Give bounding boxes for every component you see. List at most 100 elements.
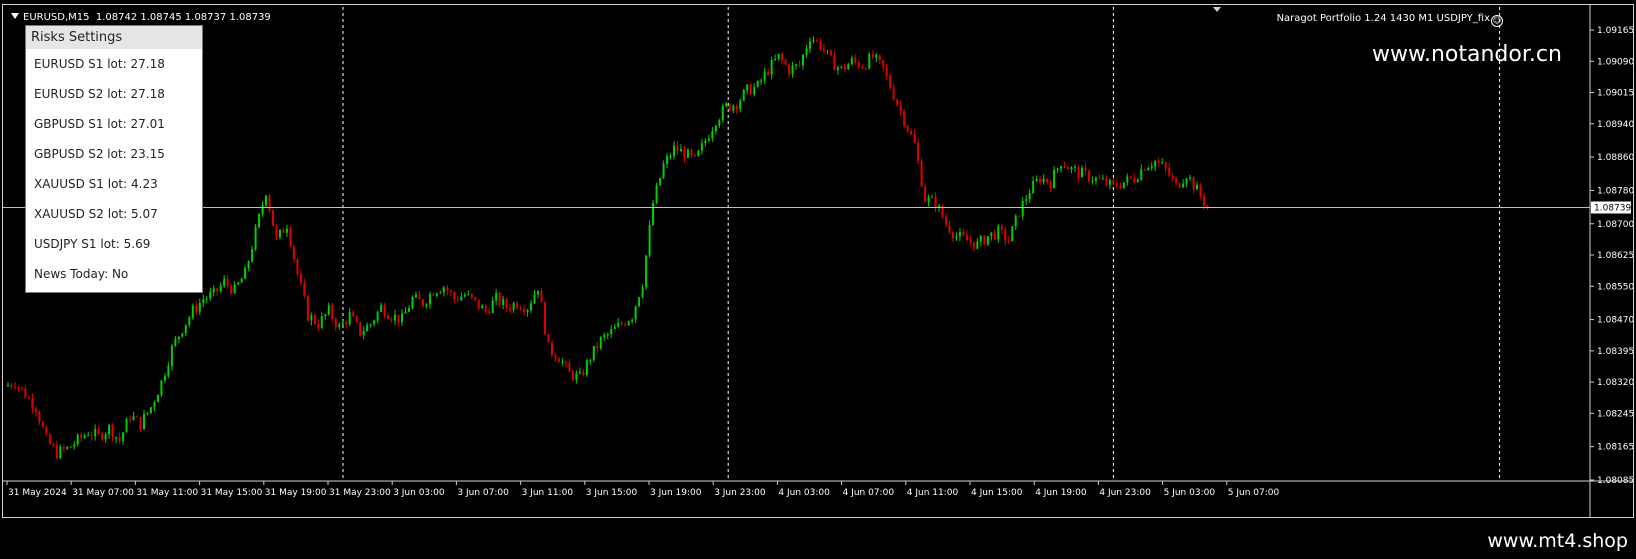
price-chart[interactable]: 31 May 2024 31 May 07:00 31 May 11:00 31 Ma…: [3, 5, 1633, 517]
y-tick-label: 1.09165: [1597, 26, 1633, 36]
candle-body: [1063, 166, 1066, 168]
current-price-label: 1.08739: [1594, 204, 1631, 214]
candle-body: [1112, 179, 1115, 183]
risk-row: GBPUSD S1 lot: 27.01: [26, 109, 202, 139]
candle-body: [251, 249, 254, 262]
x-tick-label: 31 May 07:00: [72, 488, 134, 498]
candle-body: [854, 57, 857, 63]
candle-body: [1182, 183, 1185, 188]
risk-row-label: XAUUSD S1 lot:: [34, 177, 128, 191]
candle-body: [1056, 168, 1059, 171]
risk-row-value: 4.23: [131, 177, 158, 191]
smiley-icon[interactable]: ☺: [1491, 15, 1503, 27]
candle-body: [299, 273, 302, 283]
candle-body: [732, 105, 735, 111]
risk-row: EURUSD S2 lot: 27.18: [26, 79, 202, 109]
y-tick-label: 1.08860: [1597, 153, 1633, 163]
candle-body: [686, 149, 689, 158]
candle-body: [543, 302, 546, 334]
candle-body: [111, 424, 114, 439]
candle-body: [142, 414, 145, 429]
candle-body: [261, 205, 264, 215]
risk-row: XAUUSD S2 lot: 5.07: [26, 199, 202, 229]
candle-body: [997, 226, 1000, 240]
y-tick-label: 1.08395: [1597, 347, 1633, 357]
candle-body: [435, 293, 438, 296]
x-tick-label: 31 May 11:00: [136, 488, 198, 498]
candle-body: [334, 318, 337, 328]
chart-window[interactable]: 31 May 2024 31 May 07:00 31 May 11:00 31 Ma…: [2, 4, 1634, 518]
candle-body: [1025, 199, 1028, 201]
x-tick-label: 3 Jun 03:00: [393, 488, 445, 498]
ohlc-quote: 1.08742 1.08745 1.08737 1.08739: [95, 12, 271, 23]
candle-body: [446, 287, 449, 291]
candle-body: [41, 422, 44, 428]
candle-body: [770, 60, 773, 75]
candle-body: [753, 86, 756, 95]
candle-body: [648, 225, 651, 256]
candle-body: [836, 67, 839, 71]
candle-body: [146, 412, 149, 415]
risk-row: USDJPY S1 lot: 5.69: [26, 229, 202, 259]
risk-settings-panel[interactable]: Risks Settings EURUSD S1 lot: 27.18 EURU…: [25, 25, 203, 293]
risk-row-label: XAUUSD S2 lot:: [34, 207, 128, 221]
candle-body: [638, 297, 641, 307]
candle-body: [735, 105, 738, 110]
candle-body: [477, 299, 480, 309]
risk-row: GBPUSD S2 lot: 23.15: [26, 139, 202, 169]
candle-body: [847, 64, 850, 70]
candle-body: [700, 143, 703, 151]
candle-body: [362, 331, 365, 336]
candle-body: [1175, 178, 1178, 183]
candle-body: [927, 197, 930, 202]
candle-body: [582, 372, 585, 376]
y-tick-label: 1.08320: [1597, 378, 1633, 388]
candle-body: [951, 232, 954, 239]
candle-body: [523, 309, 526, 312]
candle-body: [1171, 175, 1174, 179]
candle-body: [537, 290, 540, 295]
shift-marker-icon[interactable]: [1213, 7, 1221, 12]
candle-body: [230, 285, 233, 294]
candle-body: [254, 226, 257, 250]
candle-body: [917, 142, 920, 162]
candle-body: [906, 125, 909, 132]
dropdown-triangle-icon[interactable]: [11, 13, 19, 19]
candle-body: [788, 64, 791, 75]
risk-row: News Today: No: [26, 259, 202, 289]
candle-body: [139, 416, 142, 429]
candle-body: [1122, 182, 1125, 189]
candle-body: [369, 324, 372, 326]
candle-body: [944, 217, 947, 225]
x-tick-label: 4 Jun 03:00: [778, 488, 830, 498]
candle-body: [198, 302, 201, 312]
candle-body: [488, 311, 491, 314]
candle-body: [463, 294, 466, 297]
candle-body: [868, 54, 871, 69]
candle-body: [756, 80, 759, 87]
candle-body: [1154, 161, 1157, 167]
candle-body: [676, 145, 679, 152]
x-tick-label: 5 Jun 07:00: [1228, 488, 1280, 498]
candle-body: [965, 235, 968, 241]
candle-body: [62, 446, 65, 449]
candle-body: [718, 120, 721, 126]
candle-body: [7, 384, 9, 387]
candle-body: [805, 48, 808, 55]
candle-body: [979, 236, 982, 242]
y-tick-label: 1.08940: [1597, 120, 1633, 130]
candle-body: [118, 436, 121, 441]
candle-body: [903, 111, 906, 126]
candle-body: [13, 386, 16, 388]
candle-body: [470, 293, 473, 298]
candle-body: [924, 186, 927, 202]
candle-body: [97, 429, 100, 434]
candle-body: [711, 131, 714, 139]
candle-body: [1067, 167, 1070, 170]
expert-advisor-label: Naragot Portfolio 1.24 1430 M1 USDJPY_fi…: [1277, 13, 1503, 27]
candle-body: [760, 80, 763, 82]
candle-body: [397, 314, 400, 323]
candle-body: [920, 161, 923, 187]
candle-body: [174, 339, 177, 346]
risk-row: XAUUSD S1 lot: 4.23: [26, 169, 202, 199]
